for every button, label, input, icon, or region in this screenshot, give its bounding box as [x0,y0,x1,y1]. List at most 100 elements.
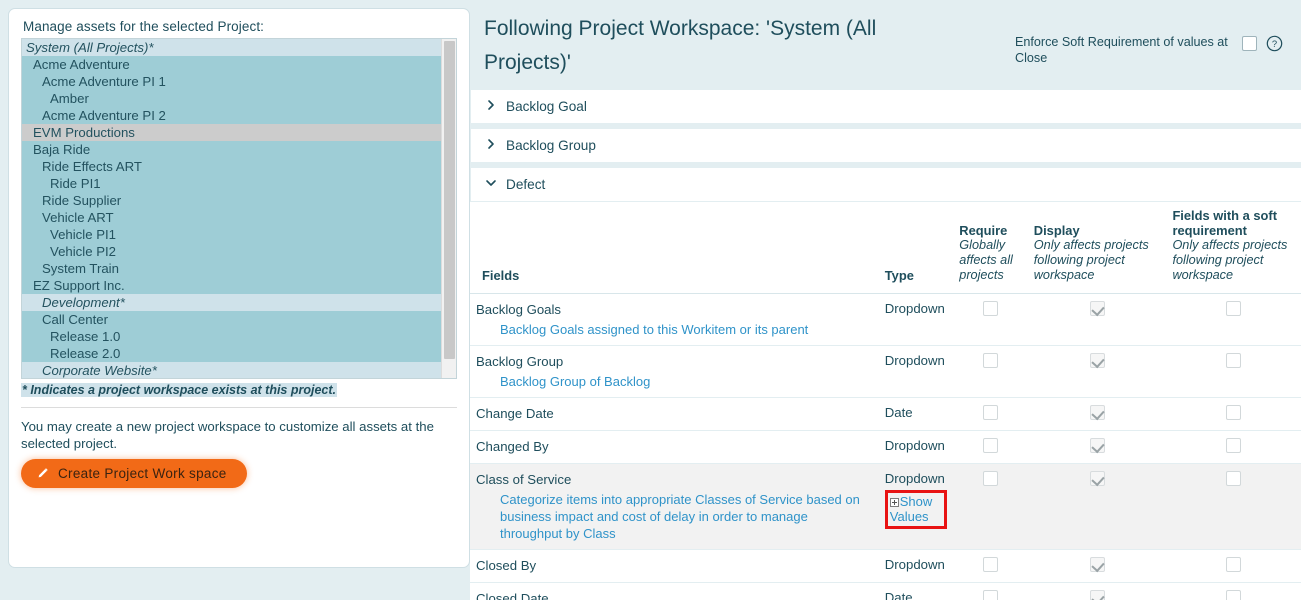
create-project-workspace-button[interactable]: Create Project Work space [21,459,247,488]
scrollbar-thumb[interactable] [444,41,455,359]
soft-requirement-checkbox[interactable] [1226,353,1242,368]
display-checkbox-cell [1027,463,1167,550]
project-list-item[interactable]: Amber [22,90,456,107]
project-list-item[interactable]: System (All Projects)* [22,39,456,56]
field-description-link[interactable]: Backlog Goals assigned to this Workitem … [500,321,873,338]
field-cell: Class of Service Categorize items into ap… [470,463,879,550]
soft-requirement-checkbox[interactable] [1226,438,1242,453]
project-list-item[interactable]: Vehicle PI1 [22,226,456,243]
field-name: Backlog Goals [476,302,562,317]
type-label: Dropdown [884,557,945,572]
display-checkbox[interactable] [1089,353,1105,368]
table-row: Backlog Group Backlog Group of Backlog Dro… [470,345,1301,398]
field-name: Backlog Group [476,354,564,369]
table-row: Closed By Dropdown [470,549,1301,583]
project-list-item[interactable]: EVM Productions [22,124,456,141]
page-title: Following Project Workspace: 'System (Al… [484,17,877,74]
enforce-soft-requirement-checkbox[interactable] [1242,36,1257,51]
accordion-section-defect[interactable]: Defect [471,168,1301,202]
project-selector-panel: Manage assets for the selected Project: … [0,0,470,600]
project-list-item[interactable]: Acme Adventure PI 2 [22,107,456,124]
project-list-item[interactable]: Vehicle PI2 [22,243,456,260]
project-list-inner: System (All Projects)* Acme Adventure Acme… [22,39,456,378]
field-cell: Changed By [470,430,879,464]
project-list-item[interactable]: Acme Adventure [22,56,456,73]
accordion-section-backlog-goal[interactable]: Backlog Goal [471,90,1301,124]
table-row: Change Date Date [470,397,1301,431]
soft-requirement-checkbox-cell [1166,582,1301,600]
display-checkbox-cell [1027,293,1167,346]
project-list-item[interactable]: EZ Support Inc. [22,277,456,294]
type-cell: Dropdown [878,345,954,398]
soft-requirement-checkbox[interactable] [1226,471,1242,486]
project-list-item[interactable]: Ride PI1 [22,175,456,192]
project-list-item[interactable]: Ride Supplier [22,192,456,209]
field-cell: Change Date [470,397,879,431]
project-list-item[interactable]: Release 2.0 [22,345,456,362]
soft-requirement-checkbox-cell [1166,293,1301,346]
display-checkbox-cell [1027,430,1167,464]
field-name: Class of Service [476,472,572,487]
display-checkbox[interactable] [1089,301,1105,316]
project-list-item[interactable]: Vehicle ART [22,209,456,226]
column-header-type-label: Type [884,268,914,283]
require-checkbox[interactable] [983,301,999,316]
table-row: Backlog Goals Backlog Goals assigned to t… [470,293,1301,346]
project-list-item[interactable]: Corporate Website* [22,362,456,378]
require-checkbox[interactable] [983,590,999,600]
display-checkbox-cell [1027,582,1167,600]
fields-table-head: Fields Type Require Globally affects all… [470,202,1301,294]
svg-text:?: ? [1272,39,1277,50]
type-cell: Date [878,397,954,431]
display-checkbox[interactable] [1089,590,1105,600]
project-list-item[interactable]: System Train [22,260,456,277]
project-list-item[interactable]: Ride Effects ART [22,158,456,175]
require-checkbox-cell [953,463,1028,550]
enforce-soft-requirement-control: Enforce Soft Requirement of values at Cl… [914,12,1283,66]
project-list-scrollbar[interactable] [441,39,456,378]
soft-requirement-checkbox[interactable] [1226,301,1242,316]
display-checkbox[interactable] [1089,557,1105,572]
type-label: Dropdown [884,353,945,368]
type-cell: Dropdown [878,549,954,583]
field-cell: Closed Date [470,582,879,600]
table-row: Changed By Dropdown [470,430,1301,464]
require-checkbox[interactable] [983,438,999,453]
project-list-item[interactable]: Call Center [22,311,456,328]
require-checkbox[interactable] [983,557,999,572]
field-description-link[interactable]: Categorize items into appropriate Classe… [500,491,873,542]
type-label: Dropdown [884,438,945,453]
project-list-item[interactable]: Release 1.0 [22,328,456,345]
require-checkbox[interactable] [983,353,999,368]
display-checkbox[interactable] [1089,405,1105,420]
field-name: Closed By [476,558,537,573]
project-list[interactable]: System (All Projects)* Acme Adventure Acme… [21,38,457,379]
field-description-link[interactable]: Backlog Group of Backlog [500,373,873,390]
column-header-require-title: Require [959,223,1008,238]
soft-requirement-checkbox-cell [1166,397,1301,431]
accordion-section-backlog-group[interactable]: Backlog Group [471,129,1301,163]
type-label: Dropdown [884,301,945,316]
column-header-display-title: Display [1033,223,1080,238]
table-row: Class of Service Categorize items into ap… [470,463,1301,550]
display-checkbox[interactable] [1089,471,1105,486]
display-checkbox[interactable] [1089,438,1105,453]
soft-requirement-checkbox[interactable] [1226,590,1242,600]
require-checkbox-cell [953,549,1028,583]
project-list-item[interactable]: Acme Adventure PI 1 [22,73,456,90]
app-root: Manage assets for the selected Project: … [0,0,1301,600]
help-icon[interactable]: ? [1266,35,1283,57]
soft-requirement-checkbox[interactable] [1226,557,1242,572]
require-checkbox[interactable] [983,471,999,486]
require-checkbox[interactable] [983,405,999,420]
workspace-header: Following Project Workspace: 'System (Al… [470,0,1301,90]
project-list-item[interactable]: Baja Ride [22,141,456,158]
manage-assets-label: Manage assets for the selected Project: [23,19,265,34]
project-list-item[interactable]: Development* [22,294,456,311]
type-cell: Dropdown Show Values [878,463,954,550]
chevron-down-icon [485,177,497,192]
column-header-display-sub: Only affects projects following project … [1033,238,1149,282]
require-checkbox-cell [953,293,1028,346]
type-cell: Dropdown [878,293,954,346]
soft-requirement-checkbox[interactable] [1226,405,1242,420]
